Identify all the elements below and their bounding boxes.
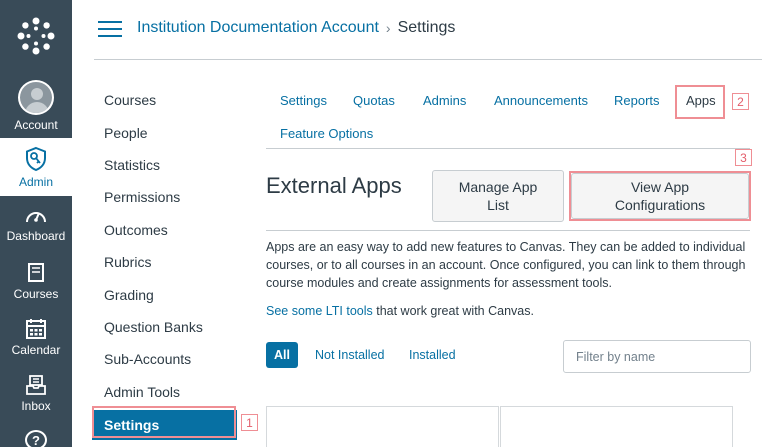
manage-app-list-button[interactable]: Manage App List	[432, 170, 564, 222]
nav-help[interactable]: ?	[0, 430, 72, 447]
nav-account-label: Account	[14, 118, 58, 132]
nav-inbox[interactable]: Inbox	[0, 374, 72, 422]
breadcrumb-separator: ›	[385, 20, 391, 36]
page-title: External Apps	[266, 173, 402, 198]
nav-calendar[interactable]: Calendar	[0, 318, 72, 366]
calendar-icon	[26, 319, 46, 339]
header-divider	[94, 59, 762, 60]
step-badge-3: 3	[735, 149, 752, 166]
hamburger-icon[interactable]	[98, 20, 122, 38]
nav-inbox-label: Inbox	[21, 399, 51, 413]
tab-admins[interactable]: Admins	[423, 93, 466, 108]
courses-book-icon	[28, 263, 44, 282]
nav-courses-label: Courses	[13, 287, 59, 301]
view-app-configurations-button[interactable]: View App Configurations	[571, 173, 749, 219]
step-badge-1: 1	[241, 414, 258, 431]
breadcrumb-account-link[interactable]: Institution Documentation Account	[137, 19, 379, 37]
avatar	[18, 80, 54, 115]
help-glyph: ?	[32, 432, 40, 447]
tab-announcements[interactable]: Announcements	[494, 93, 588, 108]
subnav-permissions[interactable]: Permissions	[92, 181, 237, 213]
nav-dashboard[interactable]: Dashboard	[0, 206, 72, 254]
step-badge-2: 2	[732, 93, 749, 110]
filter-by-name-input[interactable]	[563, 340, 751, 373]
tabs-divider	[266, 148, 750, 149]
admin-shield-icon	[26, 146, 46, 172]
tab-quotas[interactable]: Quotas	[353, 93, 395, 108]
nav-calendar-label: Calendar	[11, 343, 61, 357]
dashboard-gauge-icon	[26, 212, 46, 223]
nav-account[interactable]: Account	[0, 80, 72, 132]
filter-installed[interactable]: Installed	[401, 342, 464, 368]
apps-description: Apps are an easy way to add new features…	[266, 240, 746, 290]
nav-courses[interactable]: Courses	[0, 262, 72, 310]
manage-app-list-label: Manage App List	[458, 179, 538, 213]
app-card[interactable]	[500, 406, 733, 447]
subnav-sub-accounts[interactable]: Sub-Accounts	[92, 343, 237, 375]
app-card[interactable]	[266, 406, 499, 447]
nav-admin-label: Admin	[18, 175, 53, 189]
filter-all[interactable]: All	[266, 342, 298, 368]
global-nav: Account Admin Dashboard Courses Calendar…	[0, 0, 72, 447]
content-divider	[266, 230, 750, 231]
subnav-question-banks[interactable]: Question Banks	[92, 311, 237, 343]
subnav-outcomes[interactable]: Outcomes	[92, 214, 237, 246]
nav-dashboard-label: Dashboard	[6, 229, 66, 243]
lti-tools-line: See some LTI tools that work great with …	[266, 304, 534, 318]
subnav-admin-tools[interactable]: Admin Tools	[92, 376, 237, 408]
subnav-grading[interactable]: Grading	[92, 278, 237, 310]
subnav-rubrics[interactable]: Rubrics	[92, 246, 237, 278]
subnav-courses[interactable]: Courses	[92, 84, 237, 116]
tab-apps[interactable]: Apps	[686, 93, 716, 108]
lti-tools-link[interactable]: See some LTI tools	[266, 304, 373, 318]
breadcrumb: Institution Documentation Account › Sett…	[137, 19, 455, 37]
view-app-configurations-label: View App Configurations	[614, 179, 706, 213]
inbox-tray-icon	[26, 375, 46, 395]
subnav-settings[interactable]: Settings	[92, 409, 237, 440]
account-subnav: Courses People Statistics Permissions Ou…	[92, 84, 237, 440]
nav-admin[interactable]: Admin	[0, 138, 72, 196]
tab-reports[interactable]: Reports	[614, 93, 660, 108]
subnav-people[interactable]: People	[92, 116, 237, 148]
subnav-statistics[interactable]: Statistics	[92, 149, 237, 181]
tab-feature-options[interactable]: Feature Options	[280, 126, 373, 141]
lti-tools-rest: that work great with Canvas.	[372, 304, 534, 318]
tab-settings[interactable]: Settings	[280, 93, 327, 108]
canvas-logo-icon[interactable]	[0, 0, 72, 72]
filter-not-installed[interactable]: Not Installed	[307, 342, 392, 368]
breadcrumb-current: Settings	[397, 19, 456, 36]
help-icon: ?	[25, 430, 47, 447]
